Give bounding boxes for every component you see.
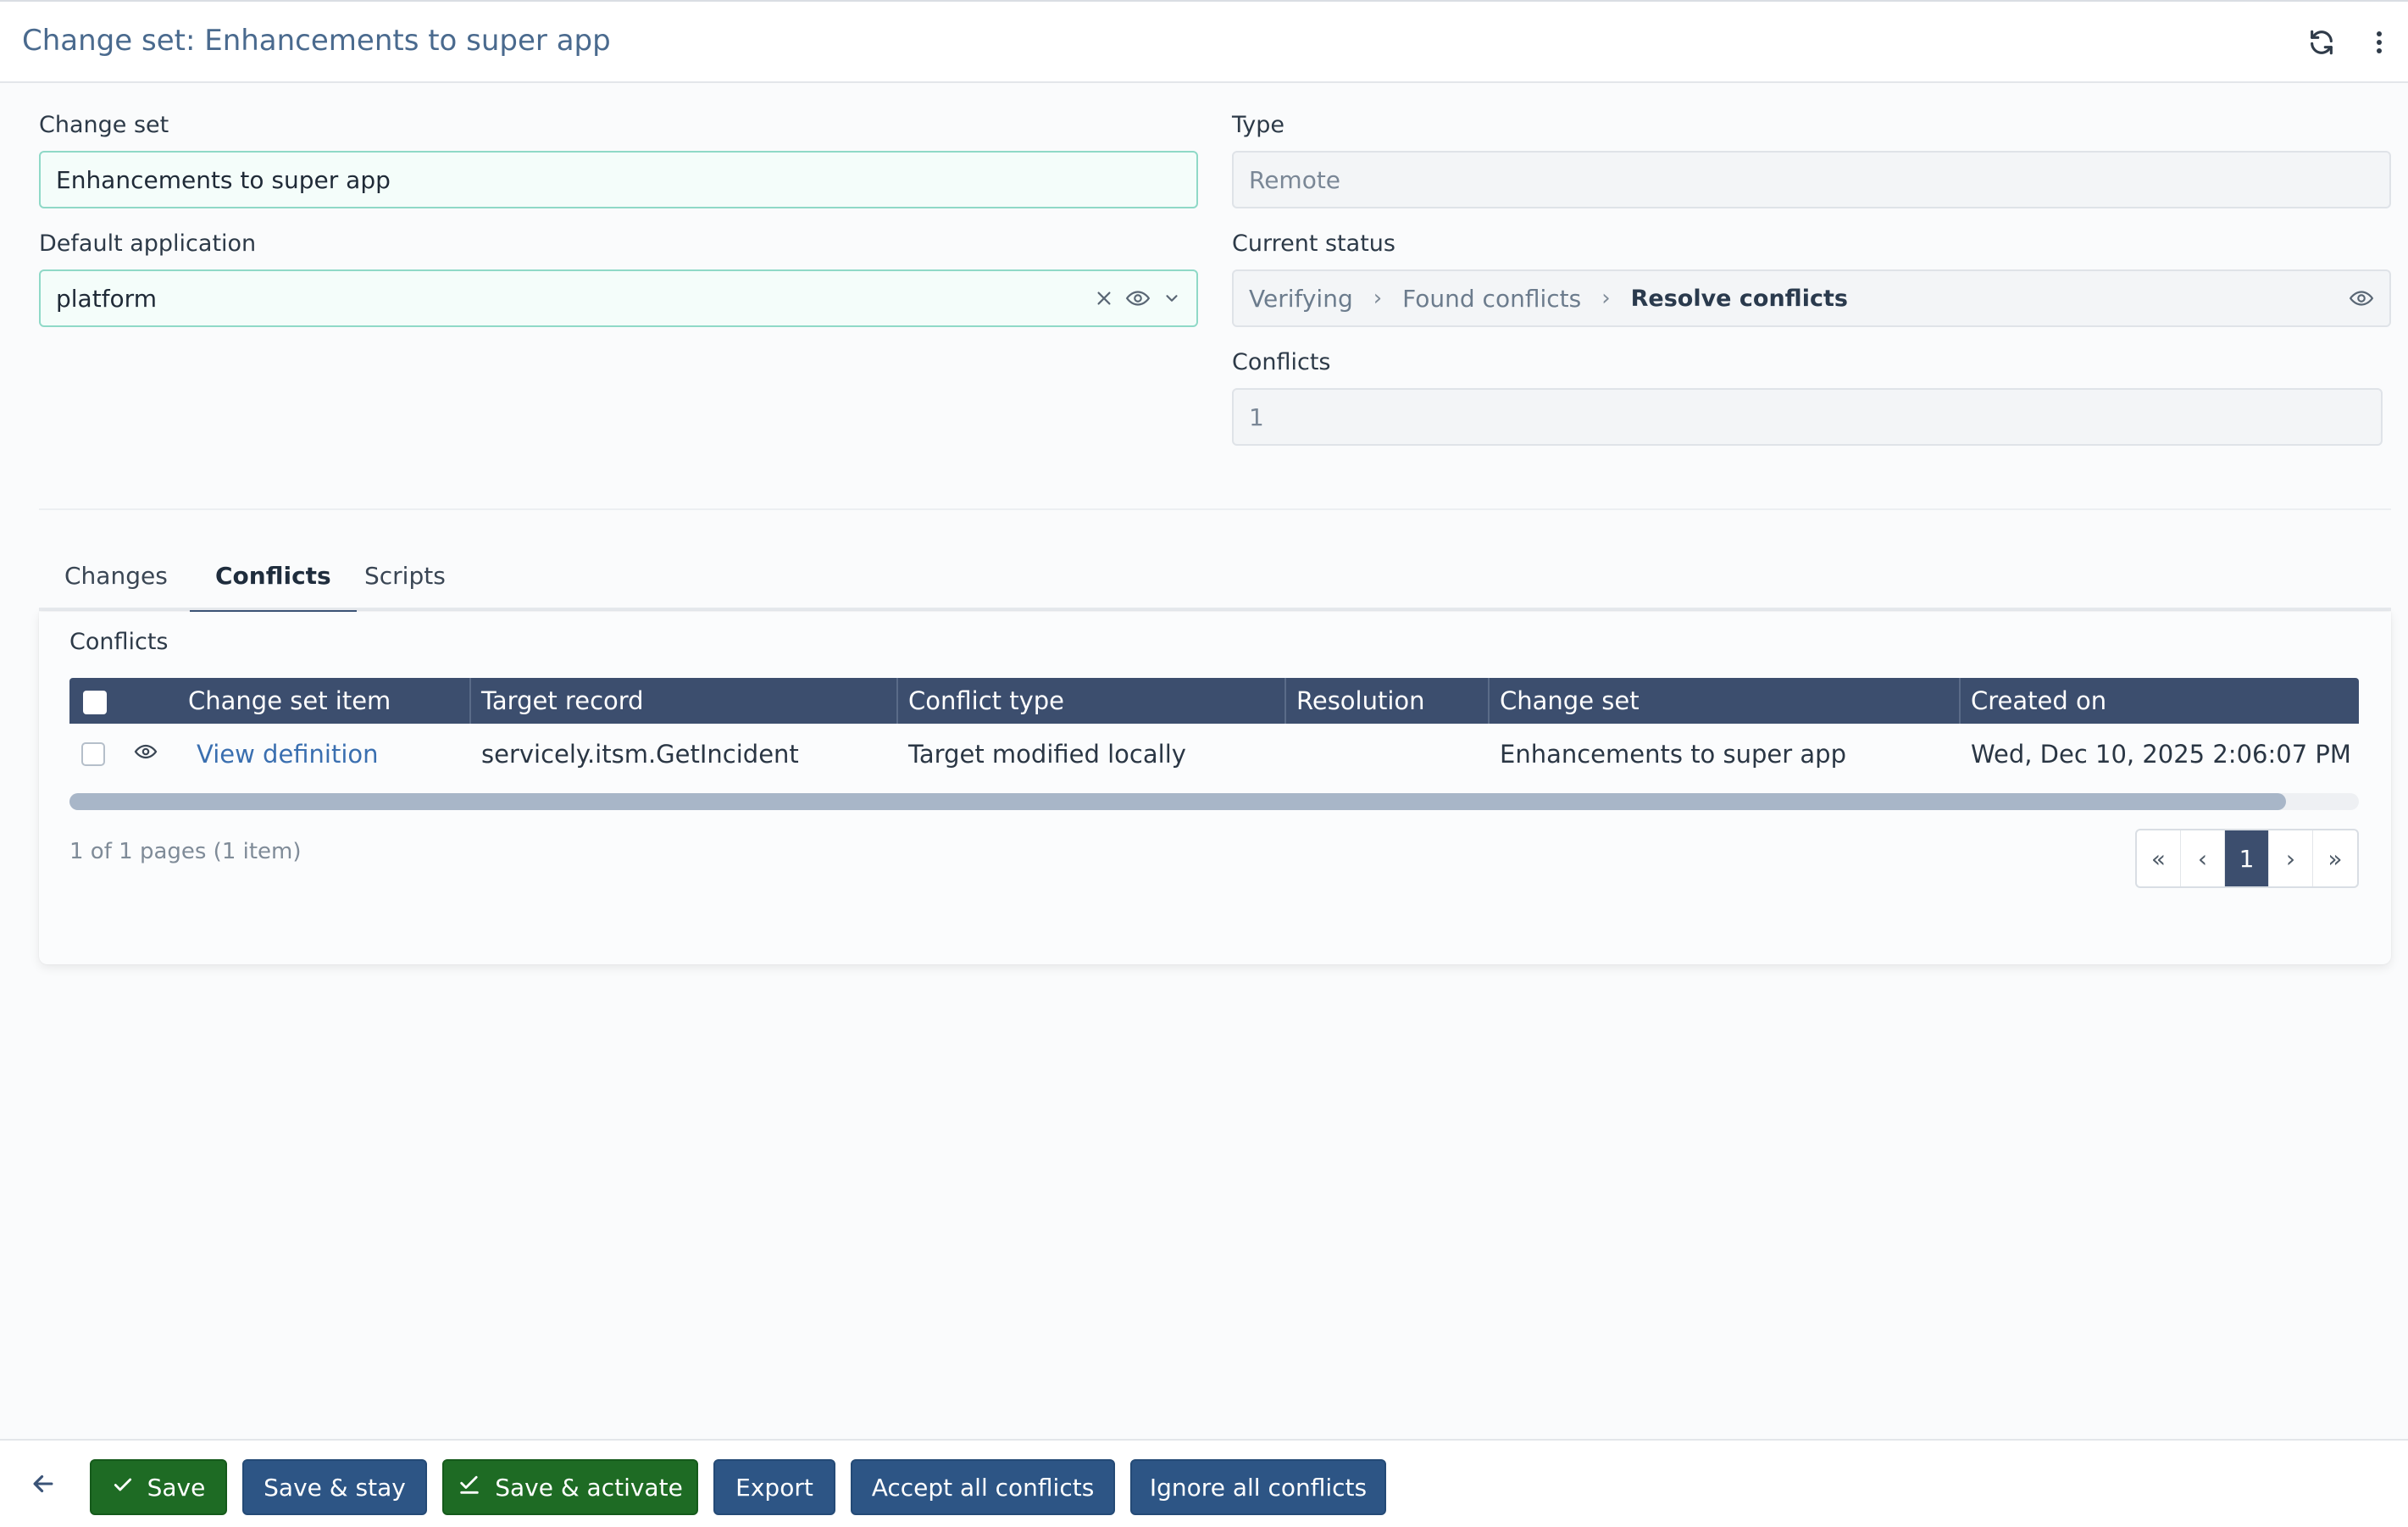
change-set-label: Change set (39, 112, 169, 138)
save-button[interactable]: Save (90, 1459, 227, 1515)
accept-all-conflicts-button[interactable]: Accept all conflicts (851, 1459, 1115, 1515)
accept-all-conflicts-label: Accept all conflicts (871, 1473, 1095, 1502)
current-status-field: Verifying › Found conflicts › Resolve co… (1232, 269, 2391, 327)
page-title: Change set: Enhancements to super app (22, 24, 611, 58)
tab-scripts[interactable]: Scripts (339, 562, 471, 611)
ignore-all-conflicts-label: Ignore all conflicts (1149, 1473, 1368, 1502)
chevron-down-icon[interactable] (1162, 289, 1181, 308)
eye-icon[interactable] (134, 742, 158, 764)
chevron-right-icon: › (1373, 286, 1383, 311)
save-button-label: Save (147, 1473, 206, 1502)
scrollbar-thumb[interactable] (69, 793, 2286, 810)
column-header-target-record[interactable]: Target record (469, 678, 644, 724)
table-header: Change set item Target record Conflict t… (69, 678, 2359, 724)
conflicts-panel-title: Conflicts (69, 629, 169, 655)
clear-icon[interactable] (1095, 289, 1113, 308)
save-and-stay-button[interactable]: Save & stay (242, 1459, 427, 1515)
conflicts-card: Conflicts Change set item Target record … (39, 612, 2391, 964)
eye-icon[interactable] (2349, 289, 2374, 308)
status-step-resolve-conflicts: Resolve conflicts (1630, 285, 1848, 312)
row-checkbox[interactable] (81, 742, 105, 766)
tab-changes[interactable]: Changes (39, 562, 193, 611)
page-button-current[interactable]: 1 (2225, 830, 2269, 886)
cell-change-set-item-link[interactable]: View definition (197, 725, 379, 783)
section-divider (39, 508, 2391, 510)
action-footer: Save Save & stay Save & activate Export … (0, 1439, 2408, 1527)
column-header-change-set[interactable]: Change set (1488, 678, 1640, 724)
cell-change-set: Enhancements to super app (1500, 740, 1846, 769)
column-header-resolution[interactable]: Resolution (1284, 678, 1425, 724)
next-page-button[interactable]: › (2269, 830, 2313, 886)
current-status-label: Current status (1232, 230, 1395, 257)
save-and-activate-label: Save & activate (495, 1473, 683, 1502)
default-application-input[interactable]: platform (39, 269, 1198, 327)
conflicts-label: Conflicts (1232, 349, 1331, 375)
cell-conflict-type: Target modified locally (908, 740, 1186, 769)
prev-page-button[interactable]: ‹ (2181, 830, 2225, 886)
column-header-created-on[interactable]: Created on (1959, 678, 2106, 724)
ignore-all-conflicts-button[interactable]: Ignore all conflicts (1130, 1459, 1386, 1515)
more-vertical-icon[interactable] (2361, 24, 2398, 61)
first-page-button[interactable]: « (2137, 830, 2181, 886)
save-and-activate-button[interactable]: Save & activate (442, 1459, 698, 1515)
status-step-verifying: Verifying (1249, 284, 1353, 313)
conflicts-count-field: 1 (1232, 388, 2383, 446)
refresh-icon[interactable] (2303, 24, 2340, 61)
export-button[interactable]: Export (713, 1459, 835, 1515)
select-all-checkbox[interactable] (83, 691, 107, 714)
back-arrow-icon[interactable] (29, 1469, 58, 1502)
tab-conflicts[interactable]: Conflicts (190, 562, 357, 614)
type-label: Type (1232, 112, 1285, 138)
check-icon (112, 1474, 134, 1502)
conflicts-count-value: 1 (1249, 403, 1264, 431)
horizontal-scrollbar[interactable] (69, 793, 2359, 810)
page-header: Change set: Enhancements to super app (0, 0, 2408, 83)
check-underline-icon (458, 1473, 481, 1502)
export-button-label: Export (735, 1473, 813, 1502)
save-and-stay-label: Save & stay (264, 1473, 406, 1502)
column-header-change-set-item[interactable]: Change set item (178, 678, 391, 724)
pagination: « ‹ 1 › » (2135, 829, 2359, 888)
chevron-right-icon: › (1601, 286, 1611, 311)
page-info: 1 of 1 pages (1 item) (69, 839, 302, 864)
table-row[interactable]: View definition servicely.itsm.GetIncide… (69, 725, 2359, 783)
tab-bar: Changes Conflicts Scripts (39, 555, 2391, 614)
change-set-value: Enhancements to super app (56, 165, 391, 194)
type-value: Remote (1249, 165, 1341, 194)
eye-icon[interactable] (1125, 289, 1151, 308)
status-step-found-conflicts: Found conflicts (1402, 284, 1582, 313)
cell-created-on: Wed, Dec 10, 2025 2:06:07 PM (1971, 740, 2351, 769)
type-field: Remote (1232, 151, 2391, 208)
change-set-input[interactable]: Enhancements to super app (39, 151, 1198, 208)
last-page-button[interactable]: » (2313, 830, 2357, 886)
default-application-label: Default application (39, 230, 257, 257)
default-application-value: platform (56, 284, 157, 313)
cell-target-record: servicely.itsm.GetIncident (481, 740, 799, 769)
column-header-conflict-type[interactable]: Conflict type (896, 678, 1064, 724)
